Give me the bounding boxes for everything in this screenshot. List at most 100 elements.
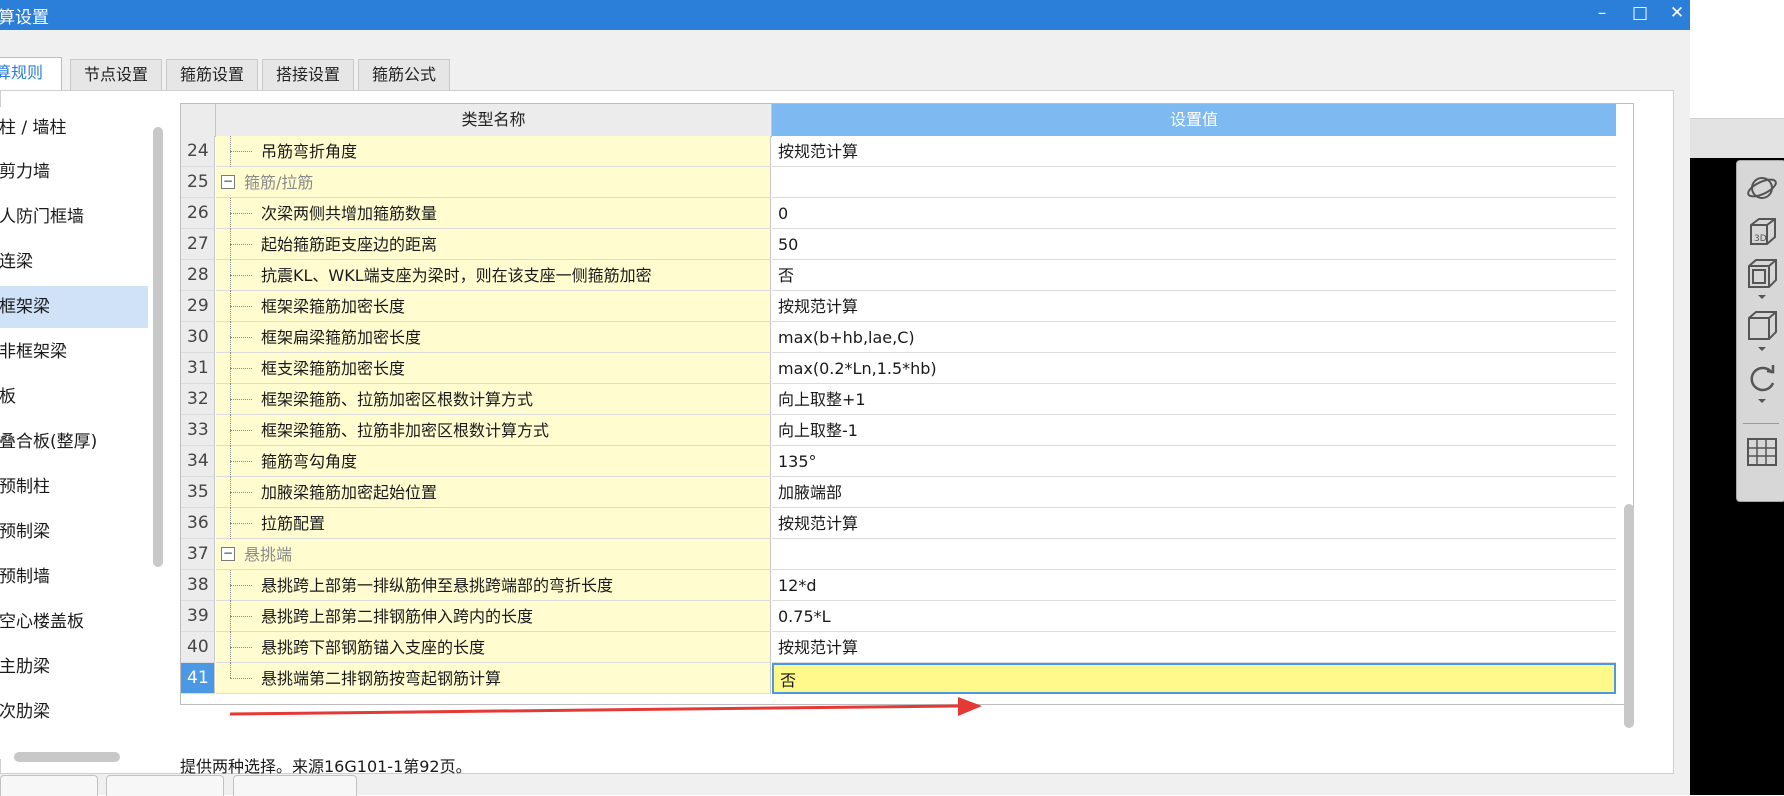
row-value[interactable]: 按规范计算 (772, 632, 1616, 663)
table-row[interactable]: 29 框架梁箍筋加密长度 按规范计算 (181, 291, 1616, 322)
row-number: 35 (181, 477, 215, 508)
table-row[interactable]: 32 框架梁箍筋、拉筋加密区根数计算方式 向上取整+1 (181, 384, 1616, 415)
toolbar-divider (1743, 423, 1779, 424)
bottom-button-1[interactable] (0, 775, 98, 796)
collapse-toggle-icon[interactable]: − (221, 175, 235, 189)
table-row[interactable]: 33 框架梁箍筋、拉筋非加密区根数计算方式 向上取整-1 (181, 415, 1616, 446)
table-row[interactable]: 34 箍筋弯勾角度 135° (181, 446, 1616, 477)
tree-item-secondary-rib-beam[interactable]: 次肋梁 (0, 691, 148, 733)
chevron-down-icon[interactable] (1758, 347, 1766, 351)
box-view-icon[interactable] (1745, 257, 1779, 291)
tab-stirrup-settings[interactable]: 箍筋设置 (166, 59, 258, 90)
view-3d-icon[interactable]: 3D (1745, 215, 1779, 249)
row-value[interactable]: 135° (772, 446, 1616, 477)
row-number: 32 (181, 384, 215, 415)
row-value[interactable]: 0 (772, 198, 1616, 229)
title-bar: 算设置 – □ ✕ (0, 0, 1690, 30)
chevron-down-icon[interactable] (1758, 399, 1766, 403)
table-row[interactable]: 26 次梁两侧共增加箍筋数量 0 (181, 198, 1616, 229)
row-name-cell: 箍筋弯勾角度 (216, 446, 771, 477)
table-row[interactable]: 36 拉筋配置 按规范计算 (181, 508, 1616, 539)
row-value[interactable]: 0.75*L (772, 601, 1616, 632)
row-value[interactable]: max(0.2*Ln,1.5*hb) (772, 353, 1616, 384)
setting-description: 提供两种选择。来源16G101-1第92页。 (180, 757, 472, 776)
tab-label: 箍筋设置 (179, 65, 244, 84)
row-value[interactable]: max(b+hb,lae,C) (772, 322, 1616, 353)
tab-node-settings[interactable]: 节点设置 (70, 59, 162, 90)
tab-lap-settings[interactable]: 搭接设置 (262, 59, 354, 90)
row-name-cell: 框架扁梁箍筋加密长度 (216, 322, 771, 353)
tree-item-precast-beam[interactable]: 预制梁 (0, 511, 148, 553)
view-3d-label: 3D (1754, 234, 1767, 244)
grid-settings-icon[interactable] (1745, 435, 1779, 469)
tree-item-main-rib-beam[interactable]: 主肋梁 (0, 646, 148, 688)
tree-item-shear-wall[interactable]: 剪力墙 (0, 151, 148, 193)
row-number: 24 (181, 136, 215, 167)
row-name-cell: − 悬挑端 (216, 539, 771, 570)
table-row[interactable]: 40 悬挑跨下部钢筋锚入支座的长度 按规范计算 (181, 632, 1616, 663)
tree-item-slab[interactable]: 板 (0, 376, 148, 418)
row-value (772, 539, 1616, 570)
header-setting-value: 设置值 (772, 104, 1616, 137)
cube-icon[interactable] (1745, 309, 1779, 343)
view-toolbar: 3D (1736, 160, 1784, 502)
row-value[interactable]: 按规范计算 (772, 291, 1616, 322)
close-button[interactable]: ✕ (1662, 1, 1692, 27)
table-row[interactable]: 35 加腋梁箍筋加密起始位置 加腋端部 (181, 477, 1616, 508)
row-name: 框架扁梁箍筋加密长度 (261, 328, 422, 347)
row-name: 框架梁箍筋、拉筋加密区根数计算方式 (261, 390, 534, 409)
tree-item-label: 剪力墙 (0, 162, 50, 182)
tree-item-coupling-beam[interactable]: 连梁 (0, 241, 148, 283)
tree-vertical-scrollbar[interactable] (153, 127, 163, 567)
row-name-cell: 拉筋配置 (216, 508, 771, 539)
rotate-icon[interactable] (1745, 361, 1779, 395)
group-name: 箍筋/拉筋 (244, 173, 314, 192)
grid-vertical-scrollbar[interactable] (1624, 504, 1634, 728)
tree-item-precast-column[interactable]: 预制柱 (0, 466, 148, 508)
row-value[interactable]: 按规范计算 (772, 508, 1616, 539)
row-number: 28 (181, 260, 215, 291)
row-value[interactable]: 向上取整-1 (772, 415, 1616, 446)
table-row[interactable]: 31 框支梁箍筋加密长度 max(0.2*Ln,1.5*hb) (181, 353, 1616, 384)
row-number: 31 (181, 353, 215, 384)
tree-item-frame-beam[interactable]: 框架梁 (0, 286, 148, 328)
tree-item-composite-slab[interactable]: 叠合板(整厚) (0, 421, 148, 463)
table-row-group[interactable]: 25 − 箍筋/拉筋 (181, 167, 1616, 198)
row-value-editor[interactable]: 否 (772, 663, 1616, 694)
bottom-button-3[interactable] (233, 775, 357, 796)
orbit-icon[interactable] (1745, 171, 1779, 205)
row-value[interactable]: 否 (772, 260, 1616, 291)
table-row[interactable]: 27 起始箍筋距支座边的距离 50 (181, 229, 1616, 260)
row-number: 33 (181, 415, 215, 446)
tab-calc-rules[interactable]: 计算规则 (0, 57, 62, 92)
row-value[interactable]: 50 (772, 229, 1616, 260)
maximize-button[interactable]: □ (1625, 1, 1655, 27)
table-row[interactable]: 39 悬挑跨上部第二排钢筋伸入跨内的长度 0.75*L (181, 601, 1616, 632)
table-row-group[interactable]: 37 − 悬挑端 (181, 539, 1616, 570)
table-row[interactable]: 28 抗震KL、WKL端支座为梁时，则在该支座一侧箍筋加密 否 (181, 260, 1616, 291)
tree-item-precast-wall[interactable]: 预制墙 (0, 556, 148, 598)
table-row[interactable]: 38 悬挑跨上部第一排纵筋伸至悬挑跨端部的弯折长度 12*d (181, 570, 1616, 601)
table-row-selected[interactable]: 41 悬挑端第二排钢筋按弯起钢筋计算 否 (181, 663, 1616, 694)
table-row[interactable]: 24 吊筋弯折角度 按规范计算 (181, 136, 1616, 167)
row-value[interactable]: 加腋端部 (772, 477, 1616, 508)
chevron-down-icon[interactable] (1758, 295, 1766, 299)
minimize-button[interactable]: – (1587, 1, 1617, 27)
tab-stirrup-formula[interactable]: 箍筋公式 (358, 59, 450, 90)
tree-horizontal-scrollbar[interactable] (14, 752, 120, 762)
tree-item-civil-defense-wall[interactable]: 人防门框墙 (0, 196, 148, 238)
row-name-cell: 框支梁箍筋加密长度 (216, 353, 771, 384)
row-name-cell: 次梁两侧共增加箍筋数量 (216, 198, 771, 229)
row-value[interactable]: 向上取整+1 (772, 384, 1616, 415)
bottom-button-2[interactable] (106, 775, 224, 796)
row-number: 25 (181, 167, 215, 198)
tree-item-hollow-floor[interactable]: 空心楼盖板 (0, 601, 148, 643)
row-name: 框架梁箍筋、拉筋非加密区根数计算方式 (261, 421, 550, 440)
row-value[interactable]: 12*d (772, 570, 1616, 601)
collapse-toggle-icon[interactable]: − (221, 547, 235, 561)
table-row[interactable]: 30 框架扁梁箍筋加密长度 max(b+hb,lae,C) (181, 322, 1616, 353)
row-value[interactable]: 按规范计算 (772, 136, 1616, 167)
tree-item-non-frame-beam[interactable]: 非框架梁 (0, 331, 148, 373)
tree-item-column[interactable]: 柱 / 墙柱 (0, 107, 148, 149)
tree-item-label: 板 (0, 387, 16, 407)
